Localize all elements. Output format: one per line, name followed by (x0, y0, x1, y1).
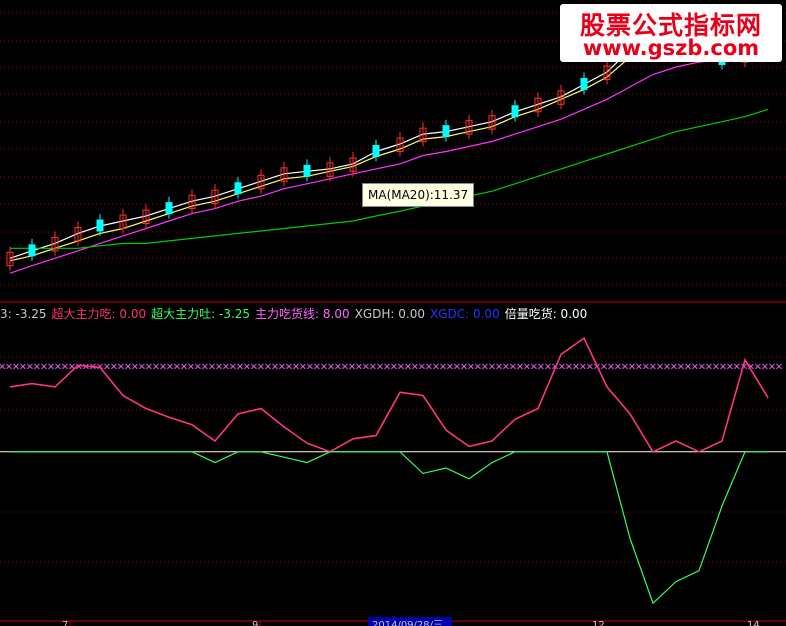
x-tick-label: 2014/09/28/三 (372, 620, 443, 626)
legend-item: 倍量吃货: 0.00 (504, 307, 588, 321)
candle-body (96, 219, 104, 232)
legend-item: 主力吃货线: 8.00 (255, 307, 350, 321)
ma20-tooltip: MA(MA20):11.37 (362, 183, 475, 207)
indicator-legend: 3: -3.25 超大主力吃: 0.00 超大主力吐: -3.25 主力吃货线: 8.… (0, 305, 592, 321)
reference-dot: × (775, 361, 783, 372)
candle-body (234, 182, 242, 195)
x-tick-label: 14 (747, 620, 760, 626)
ma-line-ma20 (9, 51, 769, 274)
eat-line (9, 336, 769, 453)
watermark-url: www.gszb.com (582, 36, 760, 60)
x-tick-label: 12 (592, 620, 605, 626)
candle-body (442, 125, 450, 138)
legend-item: 3: -3.25 (0, 307, 47, 321)
x-tick-label: 9 (252, 620, 258, 626)
legend-item: 超大主力吃: 0.00 (51, 307, 147, 321)
spit-line (10, 451, 768, 605)
legend-item: XGDC: 0.00 (429, 307, 500, 321)
indicator-grid (0, 356, 786, 563)
candle-body (580, 77, 588, 90)
candle-body (28, 244, 36, 257)
candle-body (165, 202, 173, 215)
watermark-logo: 股票公式指标网 www.gszb.com (560, 4, 782, 62)
indicator-panel[interactable]: ××××××××××××××××××××××××××××××××××××××××… (0, 336, 786, 605)
x-tick-label: 7 (62, 620, 68, 626)
legend-item: 超大主力吐: -3.25 (151, 307, 251, 321)
ma-line-ma60 (10, 108, 769, 249)
candle-body (372, 145, 380, 157)
candle-body (303, 164, 311, 177)
price-panel[interactable] (6, 27, 772, 274)
legend-item: XGDH: 0.00 (354, 307, 425, 321)
candle-body (511, 105, 519, 118)
